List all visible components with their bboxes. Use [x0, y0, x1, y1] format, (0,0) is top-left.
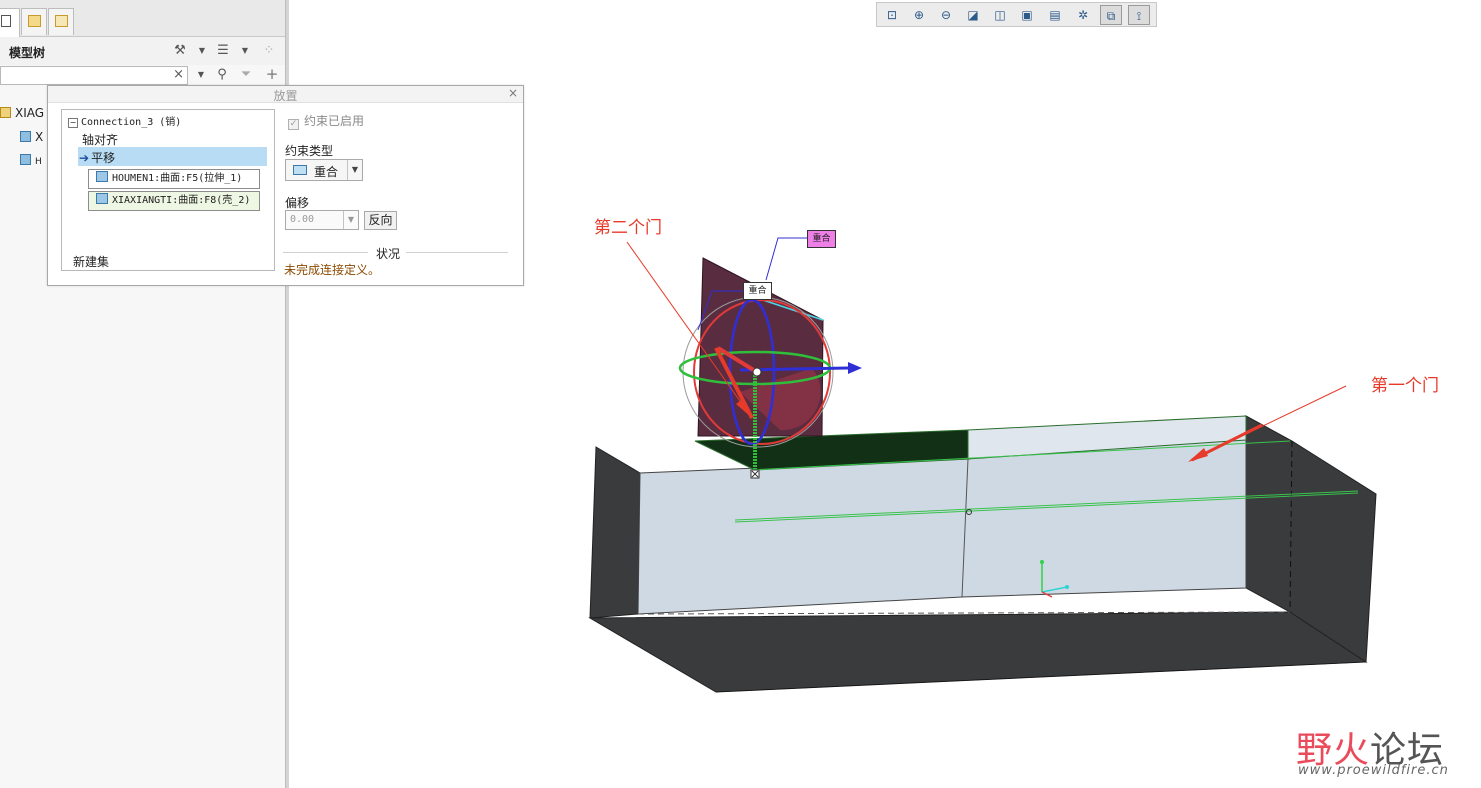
filter-icon[interactable]: ⏷	[238, 67, 254, 83]
checkbox-icon: ✓	[288, 119, 299, 130]
chevron-down-icon: ▼	[343, 211, 358, 229]
tab-folder-browser[interactable]	[21, 8, 47, 35]
chevron-down-icon[interactable]: ▼	[194, 43, 210, 59]
show-list-icon[interactable]: ☰	[215, 43, 231, 59]
dialog-titlebar[interactable]: 放置 ×	[48, 86, 523, 103]
constraint-type-label: 约束类型	[285, 144, 334, 158]
model-tree-title: 模型树	[9, 46, 46, 60]
forum-watermark: 野火论坛 www.proewildfire.cn	[1296, 703, 1476, 783]
close-icon[interactable]: ×	[508, 86, 518, 100]
annotation-second-door: 第二个门	[594, 218, 662, 238]
filter-tree-icon[interactable]: ⁘	[261, 43, 277, 59]
collapse-icon[interactable]: −	[68, 118, 78, 128]
annotation-first-door: 第一个门	[1371, 376, 1439, 396]
settings-tools-icon[interactable]: ⚒	[172, 43, 188, 59]
box-left-wall	[589, 446, 641, 619]
constraint-tag-pink[interactable]: 重合	[807, 230, 836, 248]
chevron-down-icon[interactable]: ▼	[237, 43, 253, 59]
offset-input[interactable]: 0.00 ▼	[285, 210, 359, 230]
coord-x-tip	[1065, 585, 1069, 589]
status-group-line	[406, 252, 508, 253]
dialog-title: 放置	[273, 89, 298, 103]
reference-collector-1[interactable]: HOUMEN1:曲面:F5(拉伸_1)	[88, 169, 260, 189]
constraint-tag-white[interactable]: 重合	[743, 282, 772, 300]
dragger-center[interactable]	[752, 367, 762, 377]
tag-leader	[765, 237, 807, 281]
folder-icon	[28, 15, 41, 27]
clear-search-icon[interactable]: ×	[173, 67, 184, 82]
flip-button[interactable]: 反向	[364, 211, 397, 230]
chevron-down-icon[interactable]: ▼	[193, 67, 209, 83]
assembly-icon	[0, 107, 11, 118]
tree-item-part[interactable]: X	[20, 130, 43, 144]
tree-item-part[interactable]: H	[20, 153, 42, 167]
tree-search-input[interactable]: ×	[0, 66, 188, 85]
model-tree-header: 模型树 ⚒ ▼ ☰ ▼ ⁘	[0, 37, 285, 65]
connection-set-row[interactable]: − Connection_3 (销)	[68, 113, 181, 128]
coincident-icon	[293, 165, 307, 175]
status-text: 未完成连接定义。	[284, 263, 381, 277]
constraint-item-axis-align[interactable]: 轴对齐	[82, 131, 118, 148]
tree-item-root[interactable]: XIAG	[0, 106, 44, 120]
model-tree-icon	[1, 15, 11, 27]
chevron-down-icon: ▼	[347, 160, 362, 180]
add-icon[interactable]: +	[264, 66, 280, 82]
new-set-link[interactable]: 新建集	[73, 253, 109, 270]
coord-y-tip	[1040, 560, 1044, 564]
constraint-type-select[interactable]: 重合 ▼	[285, 159, 363, 181]
navigator-tabbar	[0, 0, 285, 37]
watermark-url: www.proewildfire.cn	[1298, 763, 1449, 778]
tab-favorites[interactable]	[48, 8, 74, 35]
constraint-enabled-checkbox[interactable]: ✓ 约束已启用	[288, 112, 364, 130]
status-group-line	[283, 252, 368, 253]
constraint-item-translate[interactable]: ➔ 平移	[79, 149, 115, 166]
dragger-arrow-blue[interactable]	[848, 362, 862, 374]
favorites-icon	[55, 15, 68, 27]
status-group-label: 状况	[376, 247, 401, 261]
part-icon	[20, 131, 31, 142]
part-icon	[96, 193, 108, 204]
offset-label: 偏移	[285, 196, 310, 210]
arrow-right-icon: ➔	[79, 151, 90, 165]
part-icon	[96, 171, 108, 182]
part-icon	[20, 154, 31, 165]
connection-set-list: − Connection_3 (销) 轴对齐 ➔ 平移 HOUMEN1:曲面:F5(…	[61, 109, 275, 271]
tab-model-tree[interactable]	[0, 8, 20, 37]
binoculars-icon[interactable]: ⚲	[214, 67, 230, 83]
placement-dialog: 放置 × − Connection_3 (销) 轴对齐 ➔ 平移 HOUMEN1:曲…	[47, 85, 524, 286]
reference-collector-2[interactable]: XIAXIANGTI:曲面:F8(壳_2)	[88, 191, 260, 211]
